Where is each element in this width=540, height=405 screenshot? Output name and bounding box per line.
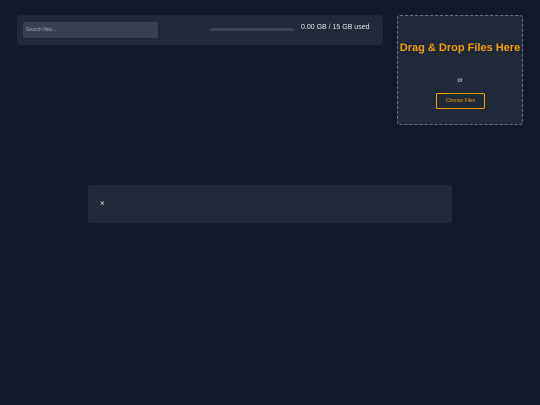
choose-files-button[interactable]: Choose Files	[436, 93, 485, 109]
file-dropzone[interactable]: Drag & Drop Files Here or Choose Files	[397, 15, 523, 125]
close-icon[interactable]: ×	[100, 199, 105, 209]
storage-progress-bar	[210, 28, 294, 31]
dropzone-title: Drag & Drop Files Here	[399, 42, 521, 54]
storage-usage-text: 0.00 GB / 15 GB used	[301, 24, 370, 31]
message-panel: ×	[88, 185, 452, 223]
toolbar: 0.00 GB / 15 GB used	[17, 15, 383, 45]
dropzone-or-text: or	[457, 78, 463, 84]
search-input[interactable]	[23, 22, 158, 38]
